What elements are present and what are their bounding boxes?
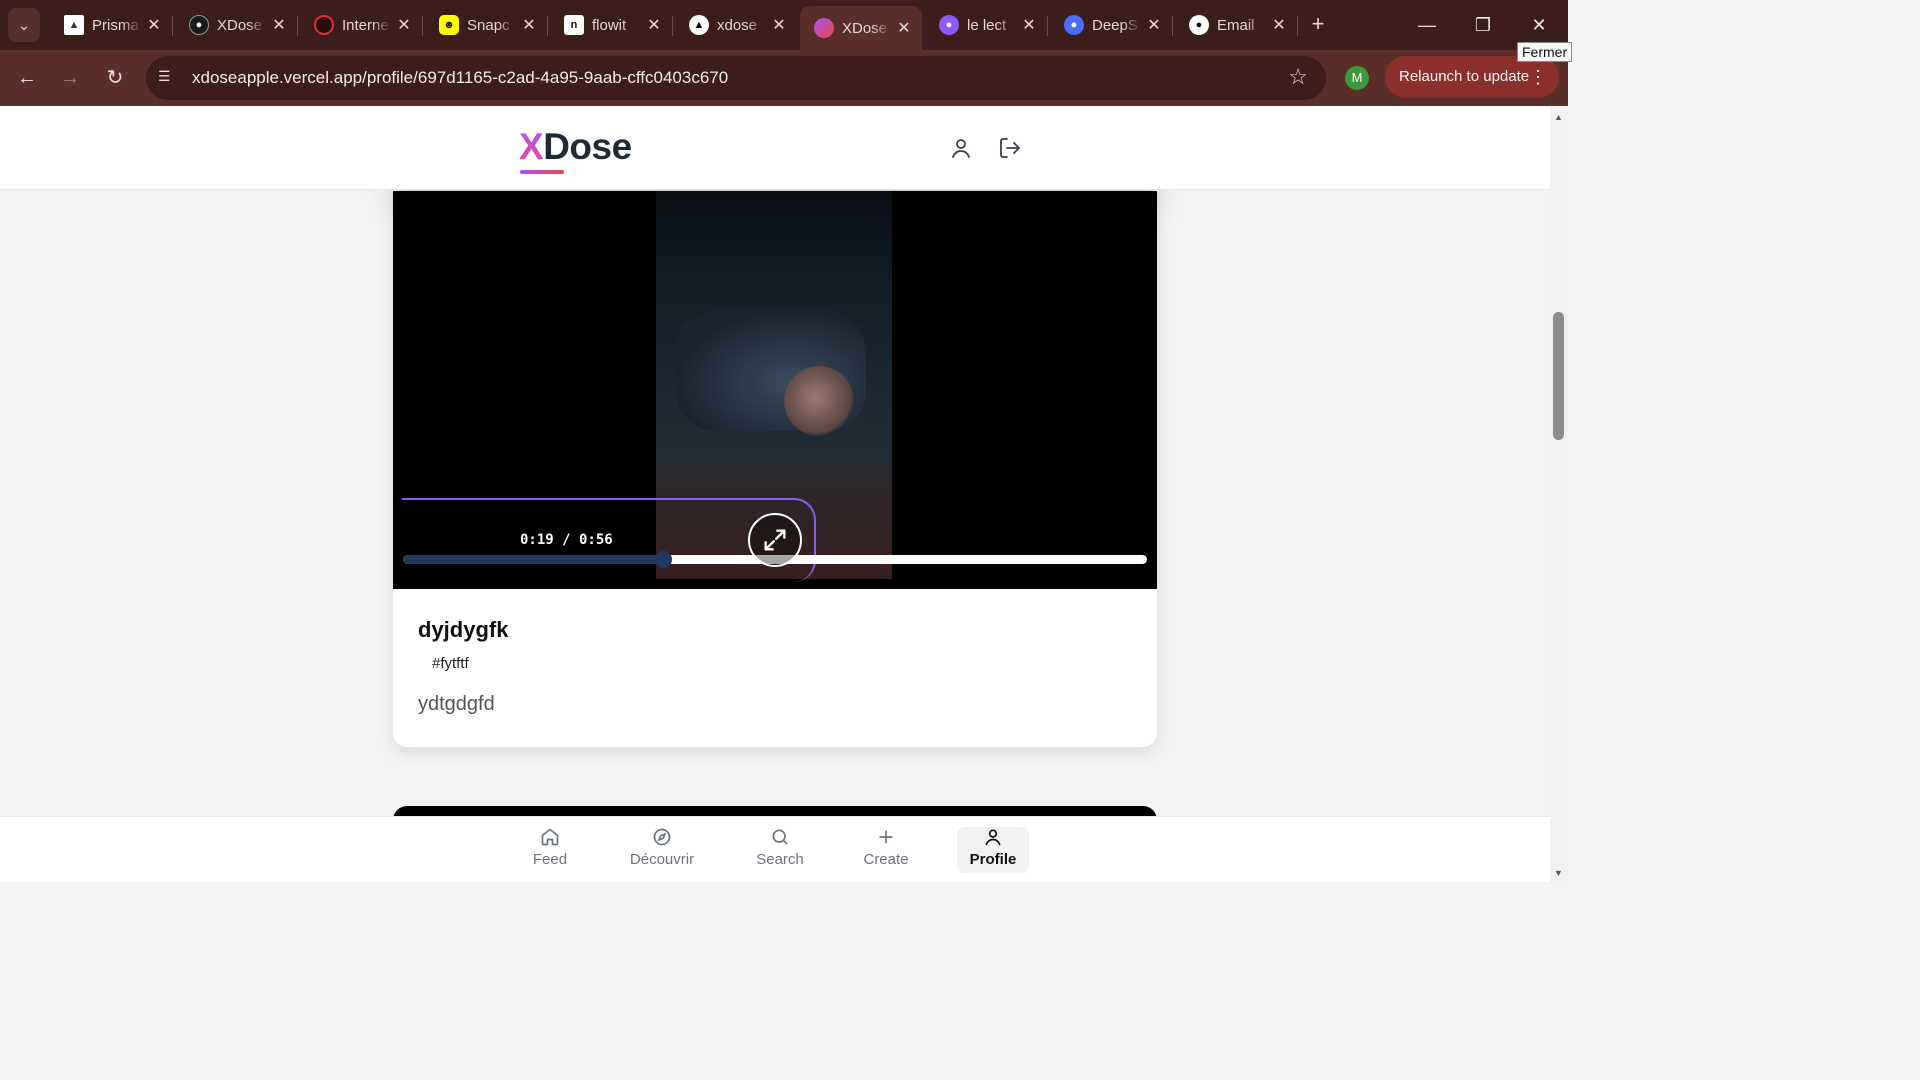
post-card: 0:19 / 0:56 dyjdygfk #fytftf ydtgdgfd	[393, 191, 1157, 747]
minimize-button[interactable]: —	[1412, 10, 1442, 40]
close-icon[interactable]: ✕	[1267, 15, 1291, 35]
close-icon[interactable]: ✕	[642, 15, 666, 35]
gauge-icon	[314, 15, 334, 35]
deepseek-icon: ●	[1064, 15, 1084, 35]
close-icon[interactable]: ✕	[392, 15, 416, 35]
browser-tab[interactable]: ▲ xdose ✕	[675, 6, 797, 44]
profile-avatar[interactable]: M	[1345, 66, 1369, 90]
browser-tab-bar: ⌄ ▲ Prisma ✕ ● XDose ✕ Interne ✕ ☻ Snapc…	[0, 0, 1568, 50]
scroll-down-arrow-icon[interactable]: ▼	[1554, 868, 1563, 878]
nav-profile[interactable]: Profile	[957, 827, 1029, 873]
close-icon[interactable]: ✕	[1017, 15, 1041, 35]
close-icon[interactable]: ✕	[892, 18, 916, 38]
video-progress-fill	[403, 555, 664, 564]
tooltip: Fermer	[1517, 42, 1573, 62]
notion-icon: n	[564, 15, 584, 35]
new-tab-button[interactable]: +	[1304, 10, 1332, 38]
url-text[interactable]: xdoseapple.vercel.app/profile/697d1165-c…	[192, 68, 728, 88]
user-icon	[985, 829, 1001, 846]
tab-search-chevron-icon[interactable]: ⌄	[8, 8, 40, 42]
xdose-flame-icon	[814, 18, 834, 38]
home-icon	[541, 828, 559, 846]
address-bar[interactable]: ☰ xdoseapple.vercel.app/profile/697d1165…	[146, 56, 1326, 100]
scrollbar-thumb[interactable]	[1553, 312, 1564, 440]
nav-feed[interactable]: Feed	[520, 827, 580, 873]
back-button[interactable]: ←	[11, 62, 43, 94]
user-icon[interactable]	[949, 136, 973, 160]
vercel-icon: ▲	[689, 15, 709, 35]
prisma-icon: ▲	[64, 15, 84, 35]
octopus-icon: ●	[939, 15, 959, 35]
search-icon	[772, 829, 788, 845]
forward-button[interactable]: →	[54, 62, 86, 94]
browser-toolbar: ← → ↻ ☰ xdoseapple.vercel.app/profile/69…	[0, 50, 1568, 106]
browser-tab[interactable]: ● le lect ✕	[925, 6, 1047, 44]
snapchat-icon: ☻	[439, 15, 459, 35]
browser-tab[interactable]: ☻ Snapc ✕	[425, 6, 547, 44]
post-description: ydtgdgfd	[418, 693, 495, 715]
reload-button[interactable]: ↻	[99, 62, 131, 94]
close-icon[interactable]: ✕	[517, 15, 541, 35]
xdose-logo[interactable]: XDose	[519, 126, 632, 168]
bottom-nav: Feed Découvrir Search Create Profile	[0, 816, 1550, 882]
browser-tab[interactable]: ▲ Prisma ✕	[50, 6, 172, 44]
logo-underline	[520, 170, 564, 174]
close-icon[interactable]: ✕	[142, 15, 166, 35]
browser-tab[interactable]: n flowit ✕	[550, 6, 672, 44]
site-settings-icon[interactable]: ☰	[158, 68, 178, 88]
compass-icon	[653, 828, 671, 846]
restore-button[interactable]: ❐	[1468, 10, 1498, 40]
relaunch-label: Relaunch to update	[1399, 68, 1530, 85]
logout-icon[interactable]	[998, 136, 1022, 160]
page-viewport: XDose 0:19 / 0:56 dyjdygfk #fytftf ydtgd…	[0, 106, 1550, 882]
browser-tab[interactable]: ● XDose ✕	[175, 6, 297, 44]
scroll-up-arrow-icon[interactable]: ▲	[1554, 112, 1563, 122]
page-scrollbar[interactable]: ▲ ▼	[1550, 106, 1568, 882]
app-header: XDose	[0, 106, 1550, 190]
nav-create[interactable]: Create	[856, 827, 916, 873]
close-icon[interactable]: ✕	[267, 15, 291, 35]
relaunch-button[interactable]: Relaunch to update ⋮	[1385, 56, 1559, 98]
video-time: 0:19 / 0:56	[520, 532, 613, 548]
post-hashtag[interactable]: #fytftf	[432, 655, 469, 672]
plus-icon	[879, 830, 893, 844]
video-player[interactable]: 0:19 / 0:56	[393, 191, 1157, 589]
browser-tab[interactable]: Interne ✕	[300, 6, 422, 44]
nav-search[interactable]: Search	[750, 827, 810, 873]
more-menu-icon[interactable]: ⋮	[1529, 56, 1547, 98]
browser-tab-active[interactable]: XDose ✕	[800, 6, 922, 50]
github-icon: ●	[189, 15, 209, 35]
expand-icon	[764, 529, 786, 551]
fullscreen-button[interactable]	[748, 513, 802, 567]
close-window-button[interactable]: ✕	[1524, 10, 1554, 40]
browser-tab[interactable]: ● DeepS ✕	[1050, 6, 1172, 44]
post-title: dyjdygfk	[418, 617, 509, 642]
close-icon[interactable]: ✕	[1142, 15, 1166, 35]
nav-decouvrir[interactable]: Découvrir	[622, 827, 702, 873]
close-icon[interactable]: ✕	[767, 15, 791, 35]
browser-tab[interactable]: ● Email ✕	[1175, 6, 1297, 44]
bookmark-star-icon[interactable]: ☆	[1288, 64, 1308, 90]
github-icon: ●	[1189, 15, 1209, 35]
